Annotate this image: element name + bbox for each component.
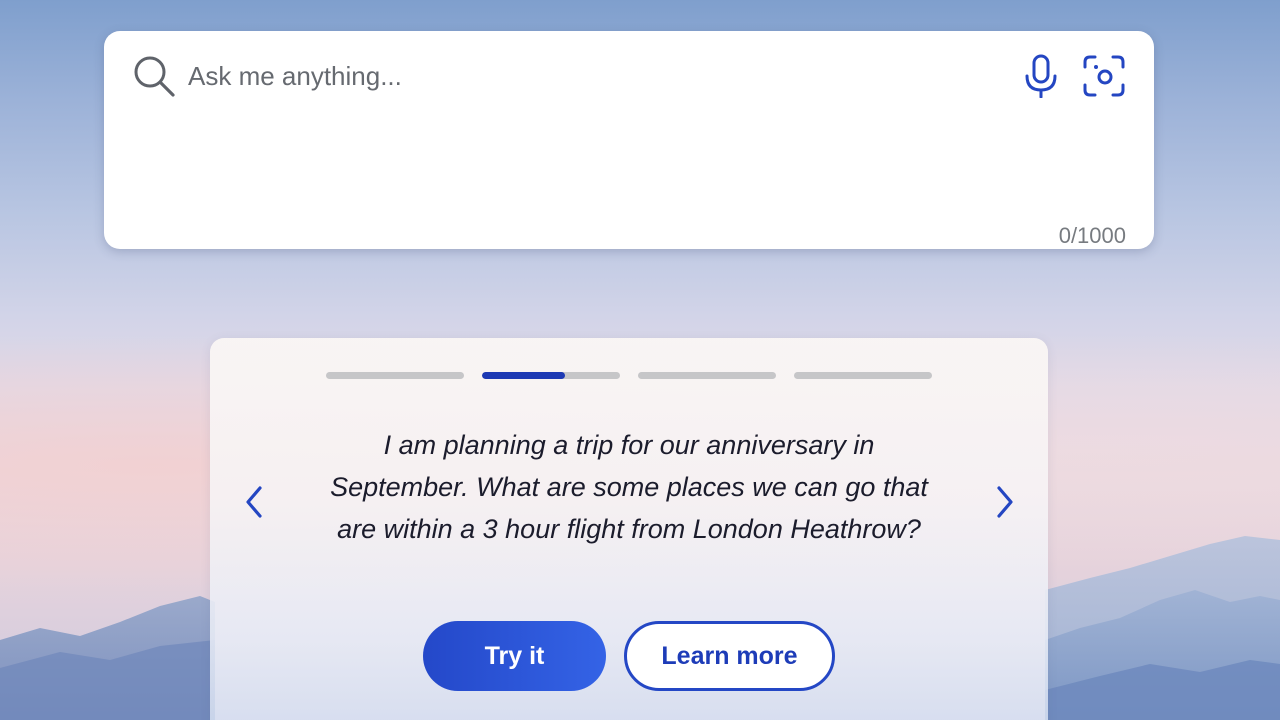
carousel-progress-3[interactable] bbox=[638, 372, 776, 379]
chevron-left-icon[interactable] bbox=[238, 482, 268, 522]
learn-more-button[interactable]: Learn more bbox=[624, 621, 835, 691]
carousel-progress-4[interactable] bbox=[794, 372, 932, 379]
carousel-progress-2[interactable] bbox=[482, 372, 620, 379]
chevron-right-icon[interactable] bbox=[991, 482, 1021, 522]
microphone-icon[interactable] bbox=[1022, 54, 1060, 98]
visual-search-icon[interactable] bbox=[1082, 54, 1126, 98]
search-input[interactable] bbox=[188, 56, 988, 96]
carousel-progress-fill bbox=[482, 372, 565, 379]
try-it-button[interactable]: Try it bbox=[423, 621, 606, 691]
page-background: 0/1000 I am planning a trip for our anni… bbox=[0, 0, 1280, 720]
character-count: 0/1000 bbox=[1058, 223, 1126, 248]
suggestion-prompt: I am planning a trip for our anniversary… bbox=[330, 430, 928, 544]
search-icon bbox=[134, 56, 175, 97]
carousel-progress-1[interactable] bbox=[326, 372, 464, 379]
